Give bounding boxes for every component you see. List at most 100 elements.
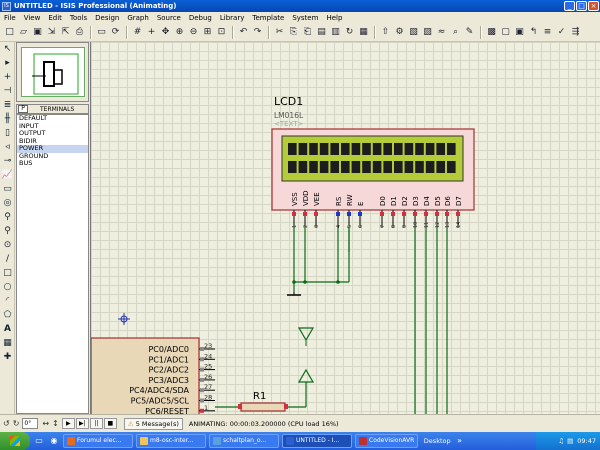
device-list-item[interactable]: BUS xyxy=(17,159,88,168)
refresh-icon[interactable]: ⟳ xyxy=(109,26,122,39)
taskbar-button[interactable]: UNTITLED - I... xyxy=(282,434,352,448)
show-desktop-icon[interactable]: ▭ xyxy=(33,435,45,447)
exit-to-parent-icon[interactable]: ↰ xyxy=(527,26,540,39)
block-move-icon[interactable]: ▥ xyxy=(329,26,342,39)
text-script-icon[interactable]: ≣ xyxy=(1,99,14,112)
decompose-icon[interactable]: ▨ xyxy=(421,26,434,39)
menu-item-system[interactable]: System xyxy=(288,14,322,22)
origin-icon[interactable]: + xyxy=(145,26,158,39)
firefox-quicklaunch-icon[interactable]: ◉ xyxy=(48,435,60,447)
taskbar-button[interactable]: m8-osc-inter... xyxy=(136,434,206,448)
area-icon[interactable]: ▭ xyxy=(95,26,108,39)
terminal-icon[interactable]: ◃ xyxy=(1,141,14,154)
make-device-icon[interactable]: ⚙ xyxy=(393,26,406,39)
wire-autorouter-icon[interactable]: ≈ xyxy=(435,26,448,39)
wire-label-icon[interactable]: ⊣ xyxy=(1,85,14,98)
tape-icon[interactable]: ▭ xyxy=(1,183,14,196)
grid-icon[interactable]: # xyxy=(131,26,144,39)
menu-item-help[interactable]: Help xyxy=(322,14,346,22)
play-button[interactable]: ▶ xyxy=(61,418,75,429)
print-icon[interactable]: ⎙ xyxy=(73,26,86,39)
zoom-all-icon[interactable]: ⊞ xyxy=(201,26,214,39)
minimize-button[interactable]: _ xyxy=(564,1,575,11)
search-icon[interactable]: ⌕ xyxy=(449,26,462,39)
cut-icon[interactable]: ✂ xyxy=(273,26,286,39)
taskbar-button[interactable]: CodeVisionAVR xyxy=(355,434,418,448)
pick-devices-button[interactable]: P xyxy=(18,105,28,113)
import-icon[interactable]: ⇲ xyxy=(45,26,58,39)
menu-item-file[interactable]: File xyxy=(0,14,20,22)
menu-item-graph[interactable]: Graph xyxy=(123,14,152,22)
virtual-instrument-icon[interactable]: ⊙ xyxy=(1,239,14,252)
symbol-icon[interactable]: ▦ xyxy=(1,337,14,350)
taskbar-button[interactable]: Forumul elec... xyxy=(63,434,133,448)
undo-icon[interactable]: ↶ xyxy=(237,26,250,39)
maximize-button[interactable]: □ xyxy=(576,1,587,11)
design-explorer-icon[interactable]: ▩ xyxy=(485,26,498,39)
menu-item-debug[interactable]: Debug xyxy=(185,14,216,22)
menu-item-edit[interactable]: Edit xyxy=(44,14,66,22)
open-icon[interactable]: ▱ xyxy=(17,26,30,39)
redo-icon[interactable]: ↷ xyxy=(251,26,264,39)
box-icon[interactable]: □ xyxy=(1,267,14,280)
component-icon[interactable]: ▸ xyxy=(1,57,14,70)
remove-sheet-icon[interactable]: ▣ xyxy=(513,26,526,39)
mirror-horizontal-icon[interactable]: ↔ xyxy=(42,419,49,428)
path-icon[interactable]: ⬠ xyxy=(1,309,14,322)
device-pin-icon[interactable]: ⊸ xyxy=(1,155,14,168)
zoom-in-icon[interactable]: ⊕ xyxy=(173,26,186,39)
circle-icon[interactable]: ○ xyxy=(1,281,14,294)
netlist-icon[interactable]: ⇶ xyxy=(569,26,582,39)
menu-item-design[interactable]: Design xyxy=(91,14,123,22)
mirror-vertical-icon[interactable]: ↕ xyxy=(52,419,59,428)
menu-item-view[interactable]: View xyxy=(20,14,45,22)
menu-item-template[interactable]: Template xyxy=(248,14,288,22)
rotate-cw-icon[interactable]: ↻ xyxy=(13,419,20,428)
property-icon[interactable]: ✎ xyxy=(463,26,476,39)
overview-window[interactable] xyxy=(16,42,89,102)
close-button[interactable]: × xyxy=(588,1,599,11)
bus-icon[interactable]: ╫ xyxy=(1,113,14,126)
generator-icon[interactable]: ◎ xyxy=(1,197,14,210)
block-rotate-icon[interactable]: ↻ xyxy=(343,26,356,39)
line-icon[interactable]: / xyxy=(1,253,14,266)
zoom-out-icon[interactable]: ⊖ xyxy=(187,26,200,39)
junction-icon[interactable]: + xyxy=(1,71,14,84)
text-icon[interactable]: A xyxy=(1,323,14,336)
desktop-toolbar[interactable]: Desktop xyxy=(424,437,451,445)
selection-icon[interactable]: ↖ xyxy=(1,43,14,56)
menu-item-source[interactable]: Source xyxy=(153,14,185,22)
block-copy-icon[interactable]: ▤ xyxy=(315,26,328,39)
export-icon[interactable]: ⇱ xyxy=(59,26,72,39)
voltage-probe-icon[interactable]: ⚲ xyxy=(1,211,14,224)
stop-button[interactable]: ■ xyxy=(103,418,117,429)
rotate-ccw-icon[interactable]: ↺ xyxy=(3,419,10,428)
new-sheet-icon[interactable]: ▢ xyxy=(499,26,512,39)
electrical-rule-check-icon[interactable]: ✓ xyxy=(555,26,568,39)
tray-network-icon[interactable]: ▤ xyxy=(567,437,573,445)
paste-icon[interactable]: ⎗ xyxy=(301,26,314,39)
graph-icon[interactable]: 📈 xyxy=(1,169,14,182)
schematic-canvas[interactable]: LCD1 LM016L <TEXT> VSS 1 VDD 2 VEE 3 RS 4 RW 5 E 6 D… xyxy=(90,42,600,414)
menu-item-tools[interactable]: Tools xyxy=(66,14,91,22)
pan-icon[interactable]: ✥ xyxy=(159,26,172,39)
copy-icon[interactable]: ⎘ xyxy=(287,26,300,39)
step-button[interactable]: ▶| xyxy=(75,418,89,429)
tray-icon[interactable]: ♫ xyxy=(558,437,564,445)
subcircuit-icon[interactable]: ▯ xyxy=(1,127,14,140)
zoom-area-icon[interactable]: ⊡ xyxy=(215,26,228,39)
new-icon[interactable]: □ xyxy=(3,26,16,39)
menu-item-library[interactable]: Library xyxy=(216,14,248,22)
marker-icon[interactable]: ✚ xyxy=(1,351,14,364)
save-icon[interactable]: ▣ xyxy=(31,26,44,39)
packaging-icon[interactable]: ▧ xyxy=(407,26,420,39)
pick-icon[interactable]: ⇧ xyxy=(379,26,392,39)
taskbar-button[interactable]: schaltplan_o... xyxy=(209,434,279,448)
message-count[interactable]: ⚠ 5 Message(s) xyxy=(123,417,183,430)
block-delete-icon[interactable]: ▦ xyxy=(357,26,370,39)
bill-of-materials-icon[interactable]: ≡ xyxy=(541,26,554,39)
pause-button[interactable]: || xyxy=(89,418,103,429)
arc-icon[interactable]: ◜ xyxy=(1,295,14,308)
current-probe-icon[interactable]: ⚲ xyxy=(1,225,14,238)
desktop-chevron-icon[interactable]: » xyxy=(454,435,466,447)
